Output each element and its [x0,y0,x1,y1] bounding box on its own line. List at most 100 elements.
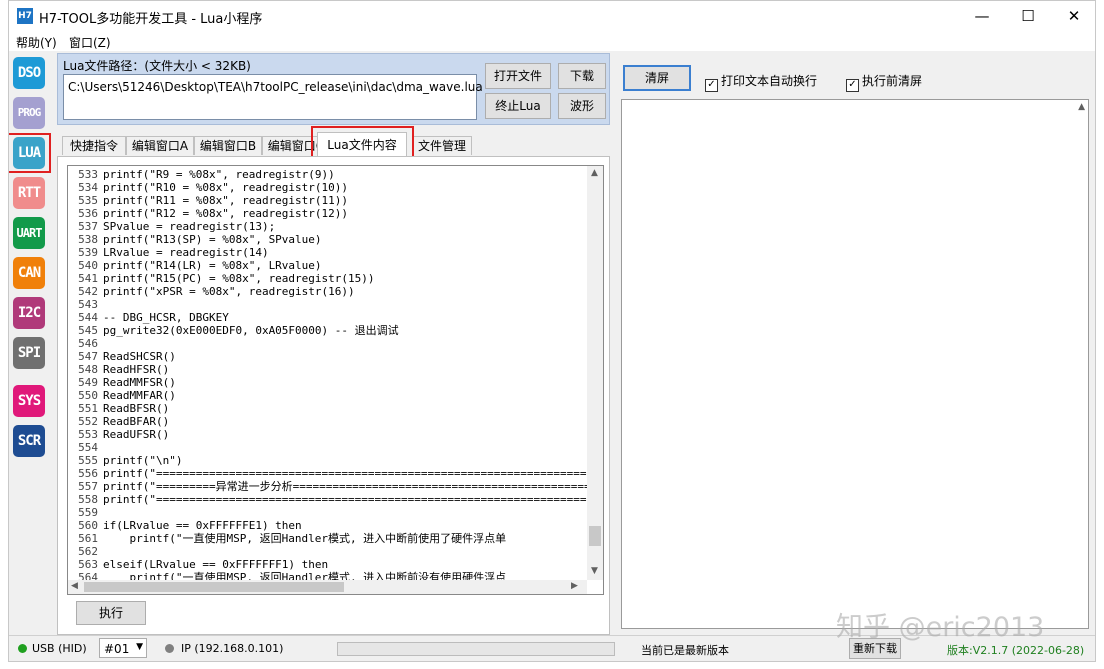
code-line[interactable]: 545 pg_write32(0xE000EDF0, 0xA05F0000) --… [68,324,588,337]
clear-before-exec-checkbox[interactable]: ✓ 执行前清屏 [846,72,922,92]
line-number: 549 [78,376,98,389]
line-text: ReadMMFSR() [103,376,176,389]
vertical-scrollbar[interactable]: ▲ ▼ [587,166,603,580]
line-text: printf("一直使用MSP, 返回Handler模式, 进入中断前使用了硬件… [103,532,507,545]
code-line[interactable]: 537 SPvalue = readregistr(13); [68,220,588,233]
tab-file-manager[interactable]: 文件管理 [412,136,472,155]
code-line[interactable]: 558 printf("=============================… [68,493,588,506]
line-number: 550 [78,389,98,402]
line-text: -- DBG_HCSR, DBGKEY [103,311,229,324]
open-file-button[interactable]: 打开文件 [485,63,551,89]
prog-button[interactable]: PROG [13,97,45,129]
line-number: 560 [78,519,98,532]
auto-wrap-check-icon[interactable]: ✓ [705,79,718,92]
line-text: ReadBFAR() [103,415,170,428]
dso-button[interactable]: DSO [13,57,45,89]
code-line[interactable]: 549 ReadMMFSR() [68,376,588,389]
tab-edit-b[interactable]: 编辑窗口B [194,136,262,155]
auto-wrap-checkbox[interactable]: ✓ 打印文本自动换行 [705,72,817,92]
output-scroll-up-icon[interactable]: ▲ [1078,102,1085,112]
minimize-button[interactable]: — [959,1,1005,31]
line-text: printf("================================… [103,493,588,506]
clear-screen-button[interactable]: 清屏 [623,65,691,91]
horizontal-scrollbar[interactable]: ◀ ▶ [68,580,587,594]
scroll-left-icon[interactable]: ◀ [71,581,78,591]
can-button[interactable]: CAN [13,257,45,289]
scr-button[interactable]: SCR [13,425,45,457]
code-line[interactable]: 551 ReadBFSR() [68,402,588,415]
code-line[interactable]: 557 printf("=========异常进一步分析=============… [68,480,588,493]
code-line[interactable]: 548 ReadHFSR() [68,363,588,376]
code-area[interactable]: 533 printf("R9 = %08x", readregistr(9)) 53… [68,168,588,580]
app-icon: H7 [17,8,33,24]
scroll-down-icon[interactable]: ▼ [591,566,598,576]
clear-before-exec-check-icon[interactable]: ✓ [846,79,859,92]
tab-quick-commands[interactable]: 快捷指令 [62,136,126,155]
line-number: 548 [78,363,98,376]
code-line[interactable]: 561 printf("一直使用MSP, 返回Handler模式, 进入中断前使… [68,532,588,545]
path-input[interactable]: C:\Users\51246\Desktop\TEA\h7toolPC_rele… [63,74,483,120]
code-line[interactable]: 538 printf("R13(SP) = %08x", SPvalue) [68,233,588,246]
code-line[interactable]: 546 [68,337,588,350]
code-line[interactable]: 541 printf("R15(PC) = %08x", readregistr(… [68,272,588,285]
uart-button[interactable]: UART [13,217,45,249]
code-line[interactable]: 560 if(LRvalue == 0xFFFFFFE1) then [68,519,588,532]
code-line[interactable]: 543 [68,298,588,311]
code-line[interactable]: 542 printf("xPSR = %08x", readregistr(16)… [68,285,588,298]
line-text: if(LRvalue == 0xFFFFFFE1) then [103,519,302,532]
usb-status-dot [18,644,27,653]
code-line[interactable]: 547 ReadSHCSR() [68,350,588,363]
device-select[interactable]: #01 ▼ [99,638,147,658]
code-line[interactable]: 533 printf("R9 = %08x", readregistr(9)) [68,168,588,181]
horizontal-scroll-thumb[interactable] [84,582,344,592]
code-line[interactable]: 534 printf("R10 = %08x", readregistr(10)) [68,181,588,194]
line-number: 539 [78,246,98,259]
spi-button[interactable]: SPI [13,337,45,369]
maximize-button[interactable]: ☐ [1005,1,1051,31]
code-line[interactable]: 535 printf("R11 = %08x", readregistr(11)) [68,194,588,207]
code-line[interactable]: 553 ReadUFSR() [68,428,588,441]
code-editor[interactable]: 533 printf("R9 = %08x", readregistr(9)) 53… [67,165,604,595]
code-line[interactable]: 539 LRvalue = readregistr(14) [68,246,588,259]
line-text: printf("xPSR = %08x", readregistr(16)) [103,285,355,298]
vertical-scroll-thumb[interactable] [589,526,601,546]
execute-button[interactable]: 执行 [76,601,146,625]
line-number: 543 [78,298,98,311]
code-line[interactable]: 550 ReadMMFAR() [68,389,588,402]
scroll-up-icon[interactable]: ▲ [591,168,598,178]
line-number: 554 [78,441,98,454]
line-number: 561 [78,532,98,545]
rtt-button[interactable]: RTT [13,177,45,209]
menu-help[interactable]: 帮助(Y) [16,34,57,51]
lua-button[interactable]: LUA [13,137,45,169]
chevron-down-icon[interactable]: ▼ [136,642,143,652]
scroll-right-icon[interactable]: ▶ [571,581,578,591]
line-text: printf("R13(SP) = %08x", SPvalue) [103,233,322,246]
code-line[interactable]: 556 printf("=============================… [68,467,588,480]
menu-bar: 帮助(Y) 窗口(Z) [9,31,1095,51]
code-line[interactable]: 564 printf("一直使用MSP, 返回Handler模式, 进入中断前没… [68,571,588,580]
i2c-button[interactable]: I2C [13,297,45,329]
code-line[interactable]: 562 [68,545,588,558]
code-line[interactable]: 554 [68,441,588,454]
download-button[interactable]: 下载 [558,63,606,89]
line-text: printf("R15(PC) = %08x", readregistr(15)… [103,272,375,285]
output-panel: 清屏 ✓ 打印文本自动换行 ✓ 执行前清屏 ▲ [613,53,1095,635]
stop-lua-button[interactable]: 终止Lua [485,93,551,119]
output-console[interactable]: ▲ [621,99,1089,629]
code-line[interactable]: 536 printf("R12 = %08x", readregistr(12)) [68,207,588,220]
waveform-button[interactable]: 波形 [558,93,606,119]
code-line[interactable]: 540 printf("R14(LR) = %08x", LRvalue) [68,259,588,272]
code-line[interactable]: 563 elseif(LRvalue == 0xFFFFFFF1) then [68,558,588,571]
code-line[interactable]: 555 printf("\n") [68,454,588,467]
sys-button[interactable]: SYS [13,385,45,417]
menu-window[interactable]: 窗口(Z) [69,34,111,51]
tab-edit-a[interactable]: 编辑窗口A [126,136,194,155]
lua-panel: Lua文件路径：(文件大小 < 32KB) C:\Users\51246\Des… [57,53,611,635]
line-number: 533 [78,168,98,181]
code-line[interactable]: 552 ReadBFAR() [68,415,588,428]
line-text: ReadBFSR() [103,402,170,415]
close-button[interactable]: ✕ [1051,1,1095,31]
code-line[interactable]: 559 [68,506,588,519]
code-line[interactable]: 544 -- DBG_HCSR, DBGKEY [68,311,588,324]
